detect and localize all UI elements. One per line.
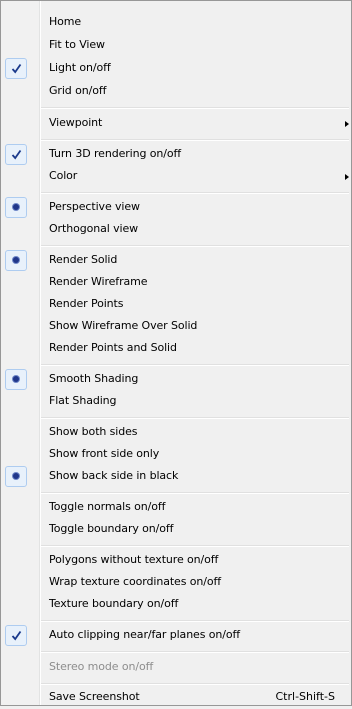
checkmark-icon [5,625,27,646]
menu-item-label: Viewpoint [49,116,103,129]
menu-item-perspective-view[interactable]: Perspective view [1,197,351,219]
menu-item-auto-clipping[interactable]: Auto clipping near/far planes on/off [1,625,351,647]
menu-item-label: Grid on/off [49,84,107,97]
menu-item-label: Home [49,15,82,28]
menu-item-label: Orthogonal view [49,222,139,235]
menu-item-toggle-boundary[interactable]: Toggle boundary on/off [1,519,351,541]
menu-item-label: Show both sides [49,425,138,438]
menu-separator [41,139,349,141]
menu-item-3d-rendering-toggle[interactable]: Turn 3D rendering on/off [1,144,351,166]
menu-item-label: Toggle boundary on/off [49,522,174,535]
menu-item-label: Perspective view [49,200,140,213]
menu-item-orthogonal-view[interactable]: Orthogonal view [1,219,351,241]
menu-item-render-solid[interactable]: Render Solid [1,250,351,272]
menu-item-wrap-texture-coords[interactable]: Wrap texture coordinates on/off [1,572,351,594]
menu-item-show-front-side[interactable]: Show front side only [1,444,351,466]
menu-item-label: Wrap texture coordinates on/off [49,575,222,588]
menu-item-grid-toggle[interactable]: Grid on/off [1,81,351,103]
menu-item-label: Light on/off [49,61,111,74]
menu-item-label: Flat Shading [49,394,117,407]
menu-item-viewpoint[interactable]: Viewpoint [1,113,351,135]
menu-item-label: Render Solid [49,253,118,266]
menu-item-label: Texture boundary on/off [49,597,179,610]
radio-dot-icon [5,250,27,271]
menu-separator [41,417,349,419]
menu-item-label: Fit to View [49,38,105,51]
menu-separator [41,192,349,194]
menu-item-shortcut: Ctrl-Shift-S [275,690,336,703]
menu-item-polygons-without-texture[interactable]: Polygons without texture on/off [1,550,351,572]
menu-item-toggle-normals[interactable]: Toggle normals on/off [1,497,351,519]
menu-item-label: Render Points [49,297,124,310]
menu-item-label: Show Wireframe Over Solid [49,319,198,332]
radio-dot-icon [5,466,27,487]
menu-item-light-toggle[interactable]: Light on/off [1,58,351,80]
menu-item-show-both-sides[interactable]: Show both sides [1,422,351,444]
submenu-arrow-icon [345,174,349,180]
menu-item-label: Save Screenshot [49,690,140,703]
menu-item-render-points[interactable]: Render Points [1,294,351,316]
checkmark-icon [5,144,27,165]
menu-separator [41,492,349,494]
menu-separator [41,364,349,366]
menu-item-home[interactable]: Home [1,12,351,34]
submenu-arrow-icon [345,121,349,127]
menu-separator [41,245,349,247]
menu-separator [41,651,349,653]
menu-item-label: Auto clipping near/far planes on/off [49,628,241,641]
checkmark-icon [5,58,27,79]
menu-item-texture-boundary[interactable]: Texture boundary on/off [1,594,351,616]
menu-item-label: Render Wireframe [49,275,148,288]
menu-separator [41,545,349,547]
context-menu: Home Fit to View Light on/off Grid on/of… [0,0,352,706]
menu-item-color[interactable]: Color [1,166,351,188]
menu-item-label: Show front side only [49,447,160,460]
menu-separator [41,107,349,109]
menu-item-render-points-and-solid[interactable]: Render Points and Solid [1,338,351,360]
menu-item-label: Polygons without texture on/off [49,553,219,566]
menu-item-label: Toggle normals on/off [49,500,166,513]
menu-item-label: Turn 3D rendering on/off [49,147,182,160]
menu-item-label: Render Points and Solid [49,341,177,354]
menu-item-label: Smooth Shading [49,372,139,385]
menu-item-label: Show back side in black [49,469,179,482]
menu-item-back-side-black[interactable]: Show back side in black [1,466,351,488]
menu-item-render-wireframe[interactable]: Render Wireframe [1,272,351,294]
menu-item-fit-to-view[interactable]: Fit to View [1,35,351,57]
menu-separator [41,683,349,685]
menu-separator [41,620,349,622]
menu-item-stereo-mode: Stereo mode on/off [1,657,351,679]
menu-item-label: Color [49,169,78,182]
menu-item-flat-shading[interactable]: Flat Shading [1,391,351,413]
menu-item-wireframe-over-solid[interactable]: Show Wireframe Over Solid [1,316,351,338]
menu-item-smooth-shading[interactable]: Smooth Shading [1,369,351,391]
radio-dot-icon [5,197,27,218]
menu-item-label: Stereo mode on/off [49,660,154,673]
radio-dot-icon [5,369,27,390]
